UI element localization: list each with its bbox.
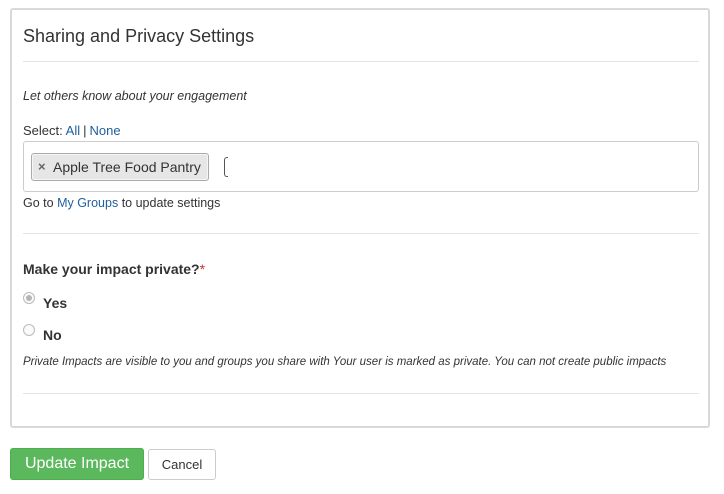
privacy-note: Private Impacts are visible to you and g… — [23, 356, 667, 368]
private-question-text: Make your impact private? — [23, 261, 200, 277]
sharing-privacy-panel: Sharing and Privacy Settings Let others … — [10, 8, 710, 428]
selected-group-tag: × Apple Tree Food Pantry — [31, 153, 209, 181]
private-question-label: Make your impact private?* — [23, 261, 205, 277]
goto-suffix: to update settings — [121, 196, 221, 210]
text-cursor — [224, 157, 228, 177]
select-separator: | — [83, 123, 87, 138]
radio-no-label: No — [43, 327, 62, 343]
goto-groups-text: Go to My Groups to update settings — [23, 196, 220, 210]
radio-no[interactable] — [23, 324, 35, 336]
select-label: Select: — [23, 123, 63, 138]
select-none-link[interactable]: None — [90, 123, 121, 138]
radio-yes-label: Yes — [43, 295, 68, 311]
select-row: Select: All | None — [23, 123, 121, 138]
panel-title: Sharing and Privacy Settings — [23, 26, 255, 46]
cancel-button[interactable]: Cancel — [148, 449, 216, 480]
groups-multiselect[interactable]: × Apple Tree Food Pantry — [23, 141, 699, 192]
remove-tag-icon[interactable]: × — [38, 154, 46, 180]
tag-label: Apple Tree Food Pantry — [53, 159, 201, 175]
divider — [23, 393, 699, 394]
required-mark: * — [199, 261, 206, 277]
radio-yes[interactable] — [23, 292, 35, 304]
select-all-link[interactable]: All — [66, 123, 80, 138]
update-impact-button[interactable]: Update Impact — [10, 448, 144, 480]
divider — [23, 61, 699, 62]
divider — [23, 233, 699, 234]
goto-prefix: Go to — [23, 196, 54, 210]
sharing-intro-text: Let others know about your engagement — [23, 89, 247, 103]
my-groups-link[interactable]: My Groups — [57, 196, 118, 210]
